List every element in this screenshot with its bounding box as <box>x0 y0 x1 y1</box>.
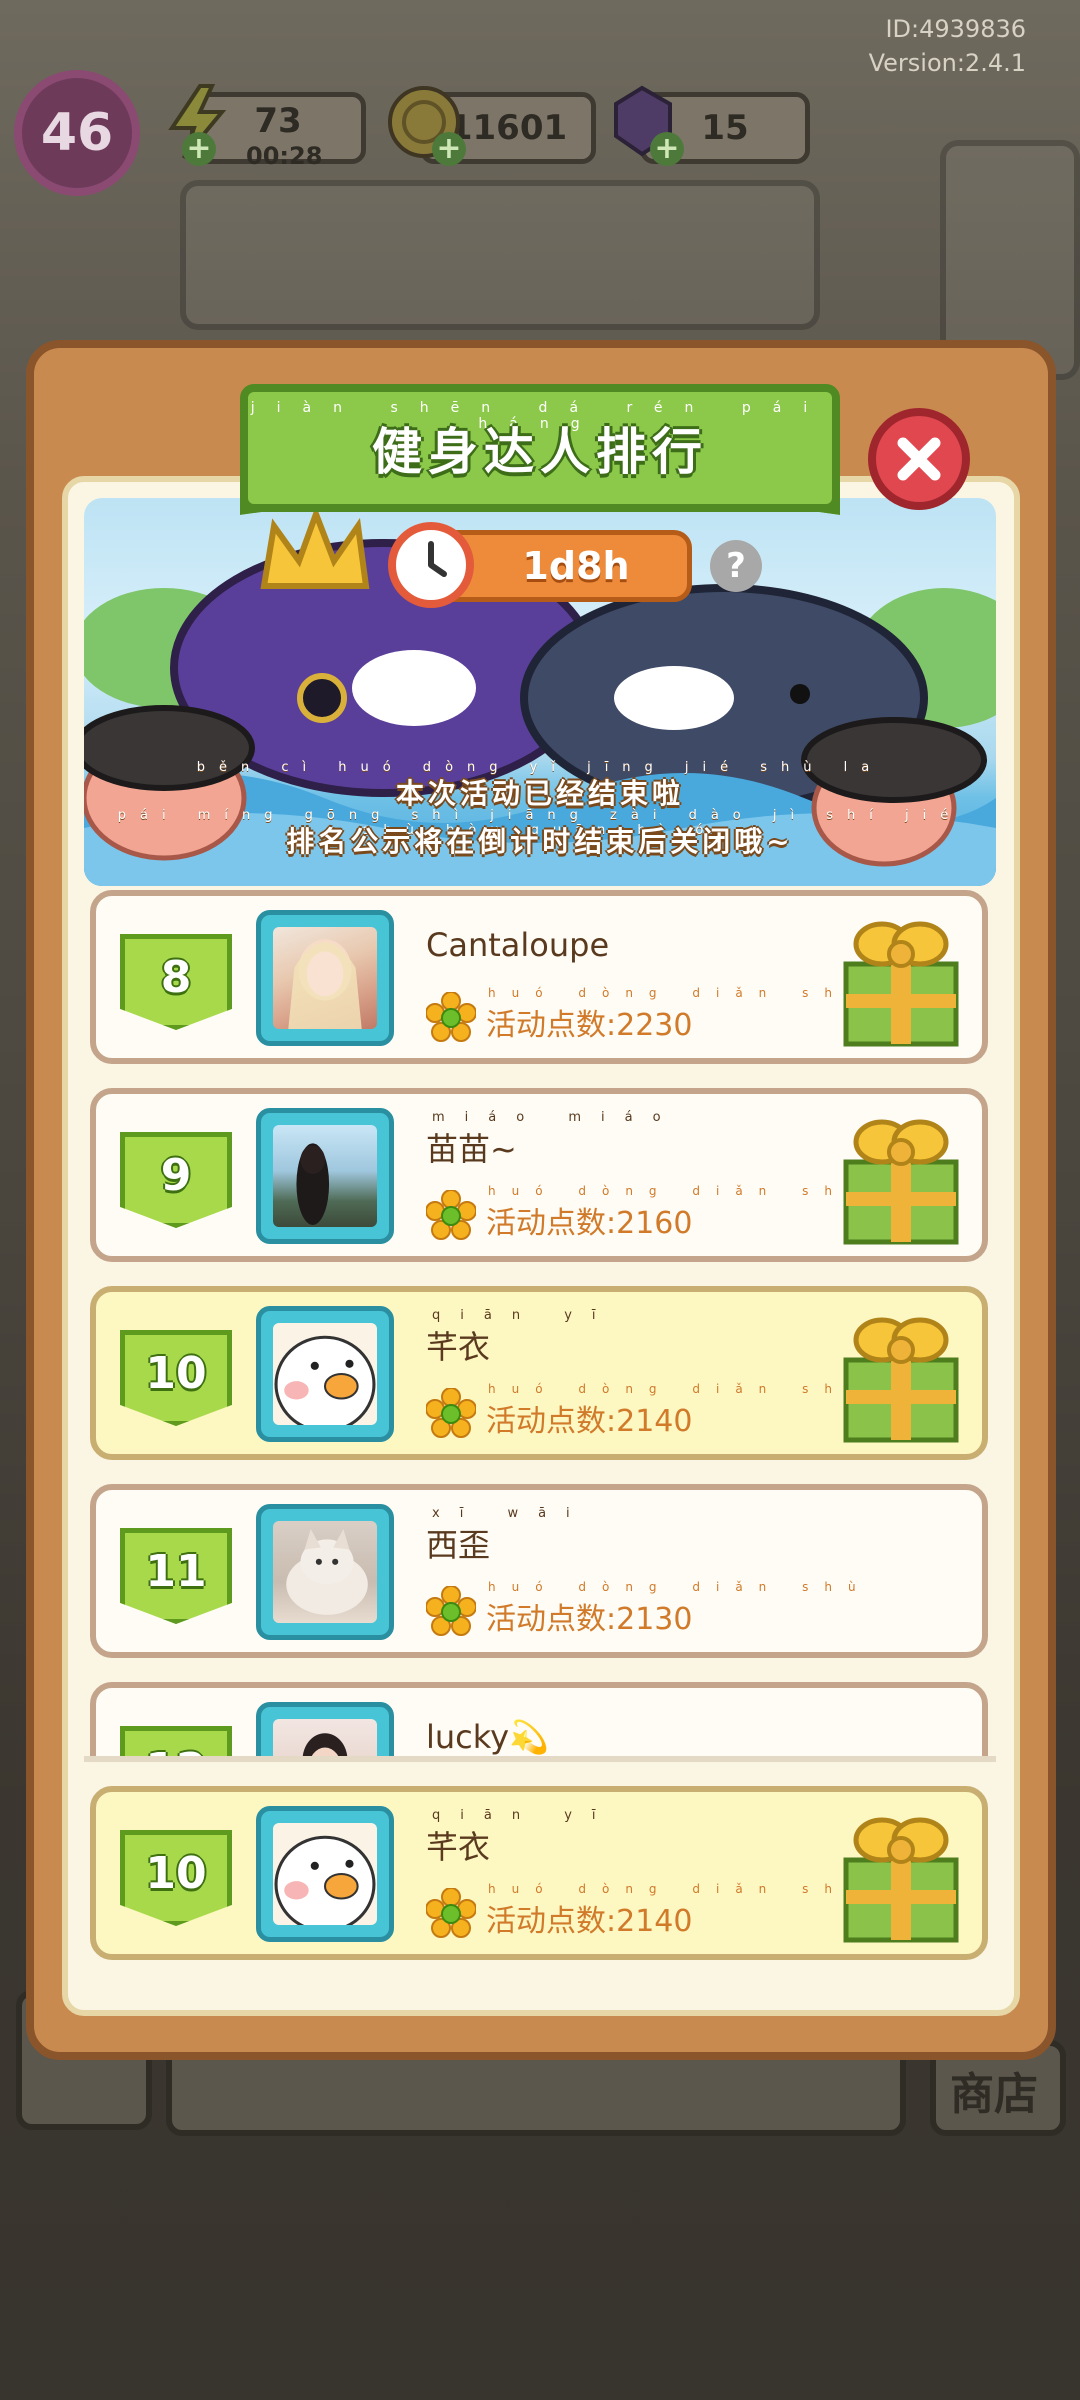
background-shelf <box>180 180 820 330</box>
energy-value: 73 <box>254 101 302 141</box>
flower-icon <box>426 1388 476 1438</box>
list-item[interactable]: 12 lucky💫 <box>90 1682 988 1756</box>
list-item[interactable]: 11 xī wāi 西歪 huó dòng diǎn shù 活动点数:2130 <box>90 1484 988 1658</box>
score-label-pinyin: huó dòng diǎn shù <box>488 1184 872 1198</box>
flower-icon <box>426 1586 476 1636</box>
avatar[interactable] <box>256 1702 394 1756</box>
notice-line2: 排名公示将在倒计时结束后关闭哦~ <box>286 825 794 858</box>
countdown-value: 1d8h <box>522 544 630 588</box>
close-icon <box>897 437 941 481</box>
panel-title: 健身达人排行 <box>372 423 708 481</box>
player-name-pinyin: miáo miáo <box>432 1110 681 1125</box>
rank-badge: 8 <box>120 934 232 1030</box>
avatar[interactable] <box>256 1806 394 1942</box>
player-name-pinyin: xī wāi <box>432 1506 590 1521</box>
player-name: Cantaloupe <box>426 926 610 964</box>
avatar[interactable] <box>256 1306 394 1442</box>
player-score: 活动点数:2140 <box>486 1404 693 1439</box>
score-label-pinyin: huó dòng diǎn shù <box>488 1580 872 1594</box>
player-score: 活动点数:2160 <box>486 1206 693 1241</box>
player-name: lucky💫 <box>426 1718 549 1756</box>
energy-timer: 00:28 <box>246 142 323 170</box>
help-icon: ? <box>726 546 746 586</box>
player-name: 苗苗~ <box>426 1130 517 1168</box>
help-button[interactable]: ? <box>710 540 762 592</box>
player-name: 芊衣 <box>426 1828 491 1866</box>
player-score: 活动点数:2140 <box>486 1904 693 1939</box>
player-score: 活动点数:2230 <box>486 1008 693 1043</box>
avatar-image <box>273 1719 377 1756</box>
id-version-text: ID:4939836 Version:2.4.1 <box>869 12 1026 80</box>
list-divider <box>84 1756 996 1762</box>
gem-plus-icon[interactable]: + <box>650 132 684 166</box>
player-score: 活动点数:2130 <box>486 1602 693 1637</box>
flower-icon <box>426 992 476 1042</box>
energy-plus-icon[interactable]: + <box>182 132 216 166</box>
gift-icon[interactable] <box>836 914 966 1048</box>
coin-plus-icon[interactable]: + <box>432 132 466 166</box>
coin-value: 11601 <box>448 108 568 148</box>
gift-icon[interactable] <box>836 1810 966 1944</box>
close-button[interactable] <box>868 408 970 510</box>
level-badge[interactable]: 46 <box>14 70 140 196</box>
player-name-pinyin: qiān yī <box>432 1308 616 1323</box>
avatar-image <box>273 1521 377 1623</box>
gem-value: 15 <box>701 108 749 148</box>
avatar[interactable] <box>256 910 394 1046</box>
version-text: Version:2.4.1 <box>868 49 1026 77</box>
avatar-image <box>273 927 377 1029</box>
score-label-pinyin: huó dòng diǎn shù <box>488 1882 872 1896</box>
rank-badge: 10 <box>120 1830 232 1926</box>
score-label-pinyin: huó dòng diǎn shù <box>488 1382 872 1396</box>
score-label-pinyin: huó dòng diǎn shù <box>488 986 872 1000</box>
clock-icon <box>388 522 474 608</box>
list-item[interactable]: 8 Cantaloupe huó dòng diǎn shù 活动点数:2230 <box>90 890 988 1064</box>
gift-icon[interactable] <box>836 1112 966 1246</box>
avatar-image <box>273 1823 377 1925</box>
avatar[interactable] <box>256 1108 394 1244</box>
rank-badge: 9 <box>120 1132 232 1228</box>
player-name: 芊衣 <box>426 1328 491 1366</box>
rank-badge: 11 <box>120 1528 232 1624</box>
crown-icon <box>260 506 370 589</box>
player-name: 西歪 <box>426 1526 491 1564</box>
notice-line1: 本次活动已经结束啦 <box>395 777 684 810</box>
ranking-list[interactable]: 8 Cantaloupe huó dòng diǎn shù 活动点数:2230… <box>84 880 996 1756</box>
flower-icon <box>426 1190 476 1240</box>
rank-badge: 12 <box>120 1726 232 1756</box>
avatar-image <box>273 1125 377 1227</box>
gift-icon[interactable] <box>836 1310 966 1444</box>
player-id: ID:4939836 <box>885 15 1026 43</box>
player-name-pinyin: qiān yī <box>432 1808 616 1823</box>
rank-badge: 10 <box>120 1330 232 1426</box>
list-item[interactable]: 9 miáo miáo 苗苗~ huó dòng diǎn shù 活动点数:2… <box>90 1088 988 1262</box>
avatar[interactable] <box>256 1504 394 1640</box>
background-shop-label: 商店 <box>950 2069 1038 2120</box>
avatar-image <box>273 1323 377 1425</box>
my-rank-row[interactable]: 10 qiān yī 芊衣 huó dòng diǎn shù 活动点数:214… <box>90 1786 988 1960</box>
list-item[interactable]: 10 qiān yī 芊衣 huó dòng diǎn shù 活动点数:214… <box>90 1286 988 1460</box>
flower-icon <box>426 1888 476 1938</box>
